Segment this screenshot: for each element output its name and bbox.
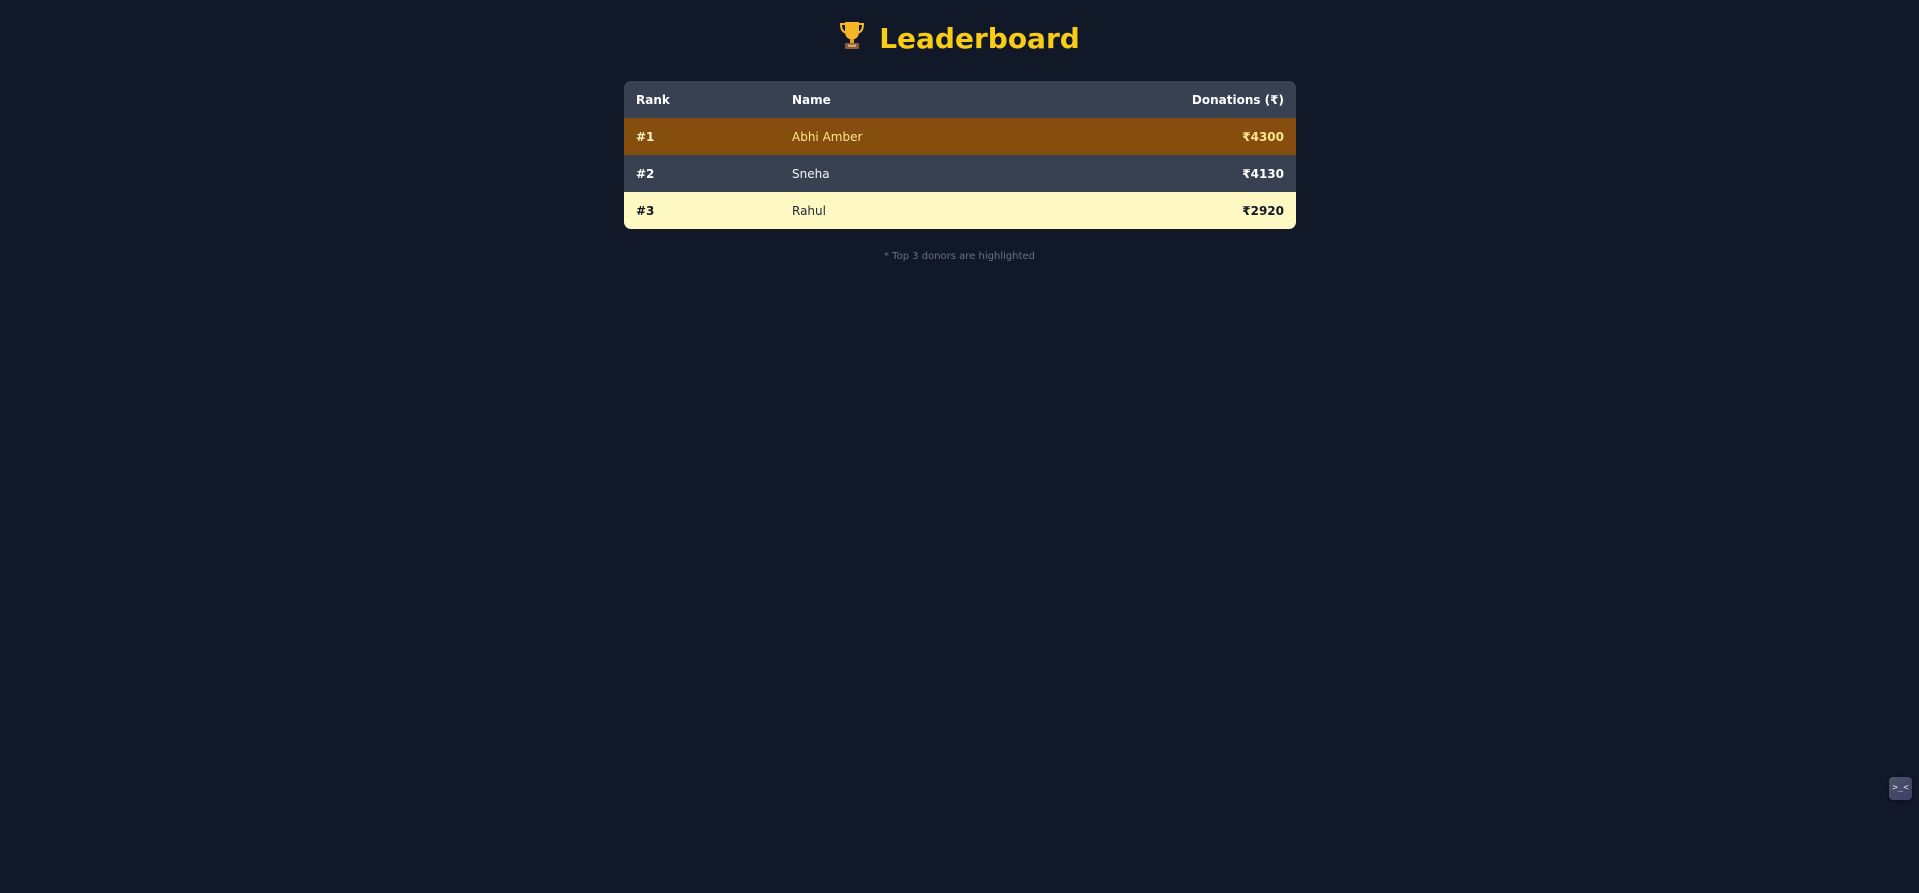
devtools-icon: >_< — [1892, 783, 1909, 793]
name-cell: Rahul — [792, 203, 826, 218]
name-cell: Abhi Amber — [792, 129, 863, 144]
table-row: #2 Sneha ₹4130 — [624, 155, 1296, 192]
table-row: #1 Abhi Amber ₹4300 — [624, 118, 1296, 155]
page: Leaderboard Rank Name Donations (₹) #1 A… — [0, 0, 1919, 893]
table-row: #3 Rahul ₹2920 — [624, 192, 1296, 229]
donation-cell: ₹4130 — [1242, 166, 1284, 181]
column-header-rank: Rank — [636, 92, 670, 107]
highlight-note: * Top 3 donors are highlighted — [883, 251, 1035, 262]
rank-cell: #3 — [636, 203, 655, 218]
table-header: Rank Name Donations (₹) — [624, 81, 1296, 118]
rank-cell: #2 — [636, 166, 655, 181]
name-cell: Sneha — [792, 166, 830, 181]
rank-cell: #1 — [636, 129, 655, 144]
trophy-icon — [840, 22, 865, 49]
page-title: Leaderboard — [0, 18, 1919, 59]
column-header-name: Name — [792, 92, 831, 107]
leaderboard-table: Rank Name Donations (₹) #1 Abhi Amber ₹4… — [624, 81, 1296, 229]
devtools-button[interactable]: >_< — [1889, 777, 1912, 800]
donation-cell: ₹4300 — [1242, 129, 1284, 144]
page-title-text: Leaderboard — [879, 22, 1080, 55]
column-header-donations: Donations (₹) — [1191, 92, 1284, 107]
donation-cell: ₹2920 — [1242, 203, 1284, 218]
